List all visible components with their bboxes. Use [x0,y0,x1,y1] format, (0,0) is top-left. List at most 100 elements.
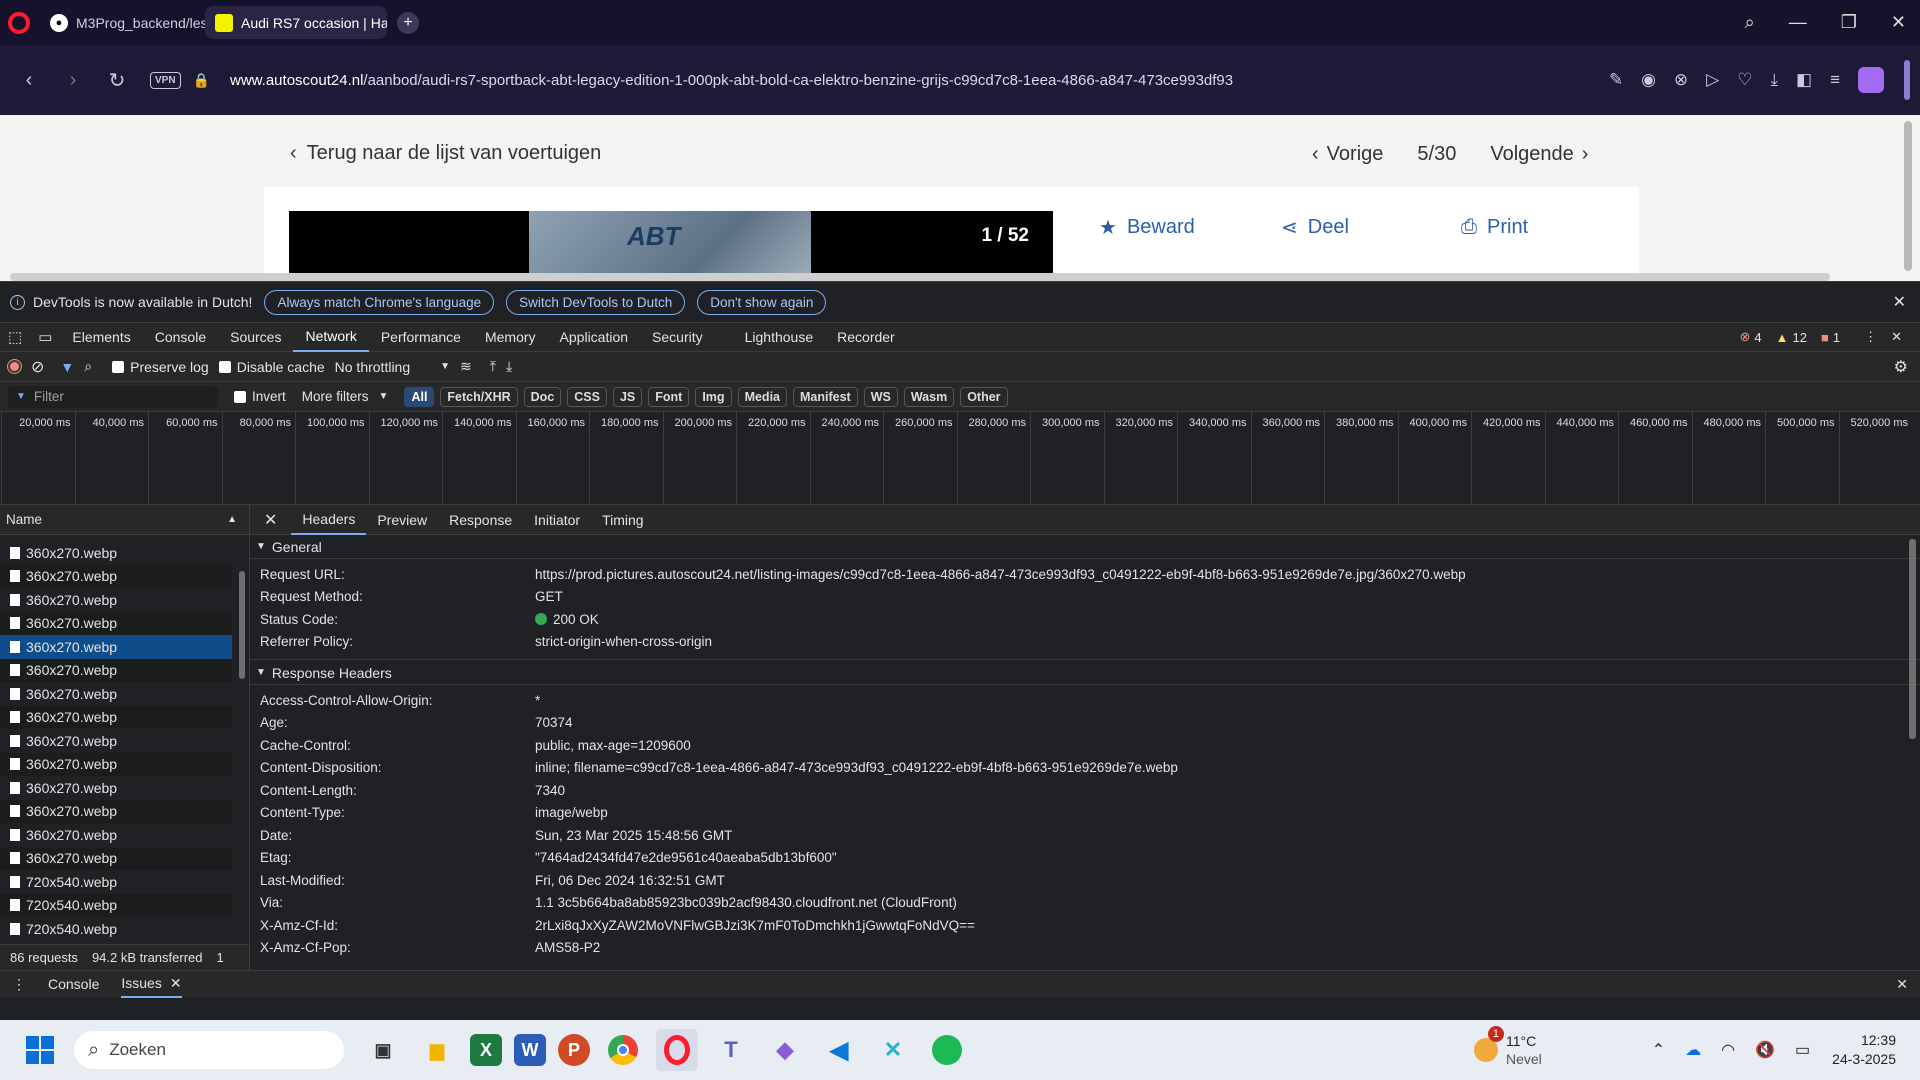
horizontal-scrollbar[interactable] [10,273,1830,281]
tab-console[interactable]: Console [143,323,218,352]
print-button[interactable]: ⎙ Print [1461,216,1528,239]
more-filters-dropdown[interactable]: More filters ▼ [302,389,389,404]
drawer-tab-console[interactable]: Console [48,976,99,992]
header-value[interactable]: 200 OK [535,612,599,627]
menu-icon[interactable]: ≡ [1830,70,1840,90]
close-details-icon[interactable]: ✕ [250,510,291,530]
header-value[interactable]: * [535,693,540,708]
save-button[interactable]: ★ Beward [1099,215,1281,240]
filter-type-all[interactable]: All [404,386,435,407]
warning-count[interactable]: ▲ 12 [1776,330,1807,345]
page-scrollbar[interactable] [1904,121,1912,271]
tab-network[interactable]: Network [293,323,369,352]
window-scrollbar[interactable] [1904,60,1910,100]
request-row[interactable]: 360x270.webp [0,846,232,870]
throttling-select[interactable]: No throttling ▼ [335,359,450,375]
camera-icon[interactable]: ◉ [1641,70,1656,90]
header-value[interactable]: "7464ad2434fd47e2de9561c40aeaba5db13bf60… [535,850,837,865]
search-icon[interactable]: ⌕ [84,358,92,375]
general-section-header[interactable]: ▼ General [250,535,1920,559]
close-window-icon[interactable]: ✕ [1891,12,1906,33]
tab-preview[interactable]: Preview [366,505,438,535]
profile-icon[interactable] [1858,67,1884,93]
export-har-icon[interactable]: ⤓ [506,358,512,375]
close-drawer-icon[interactable]: ✕ [1896,976,1908,993]
network-conditions-icon[interactable]: ≋ [460,358,472,375]
header-value[interactable]: GET [535,589,563,604]
visual-studio-icon[interactable]: ◆ [764,1029,806,1071]
heart-icon[interactable]: ♡ [1737,70,1752,90]
request-row[interactable]: 360x270.webp [0,541,232,565]
tab-application[interactable]: Application [548,323,641,352]
download-icon[interactable]: ⤓ [1771,70,1779,90]
filter-type-css[interactable]: CSS [567,386,607,407]
file-explorer-icon[interactable]: ▆ [416,1029,458,1071]
inspect-element-icon[interactable]: ⬚ [0,328,30,346]
header-value[interactable]: https://prod.pictures.autoscout24.net/li… [535,567,1466,582]
filter-type-ws[interactable]: WS [863,386,898,407]
tab-recorder[interactable]: Recorder [825,323,907,352]
header-value[interactable]: Fri, 06 Dec 2024 16:32:51 GMT [535,873,725,888]
request-row[interactable]: 360x270.webp [0,705,232,729]
request-row[interactable]: 360x270.webp [0,682,232,706]
filter-type-manifest[interactable]: Manifest [793,386,858,407]
header-value[interactable]: 70374 [535,715,573,730]
tab-response[interactable]: Response [438,505,523,535]
powerpoint-icon[interactable]: P [558,1034,590,1066]
forward-icon[interactable]: › [54,61,92,99]
import-har-icon[interactable]: ⤒ [490,358,496,375]
volume-muted-icon[interactable]: 🔇 [1755,1040,1775,1060]
back-to-list-link[interactable]: ‹ Terug naar de lijst van voertuigen [290,142,601,165]
header-value[interactable]: image/webp [535,805,608,820]
wifi-icon[interactable]: ◠ [1721,1040,1735,1060]
request-row[interactable]: 360x270.webp [0,776,232,800]
filter-type-font[interactable]: Font [648,386,690,407]
request-row[interactable]: 720x540.webp [0,893,232,917]
reload-icon[interactable]: ↻ [98,61,136,99]
header-value[interactable]: AMS58-P2 [535,940,600,955]
switch-dutch-button[interactable]: Switch DevTools to Dutch [506,289,686,315]
dont-show-again-button[interactable]: Don't show again [697,289,827,315]
clear-icon[interactable]: ⊘ [31,357,44,377]
tab-headers[interactable]: Headers [291,505,367,535]
back-icon[interactable]: ‹ [10,61,48,99]
filter-type-other[interactable]: Other [960,386,1008,407]
filter-type-media[interactable]: Media [737,386,787,407]
invert-checkbox[interactable]: Invert [234,389,286,404]
error-count[interactable]: ⊗ 4 [1740,329,1762,345]
request-row[interactable]: 360x270.webp [0,588,232,612]
play-icon[interactable]: ▷ [1706,70,1719,90]
request-row[interactable]: 360x270.webp [0,823,232,847]
share-button[interactable]: ⋖ Deel [1281,215,1461,240]
tab-memory[interactable]: Memory [473,323,548,352]
request-list-scrollbar[interactable] [239,571,245,679]
header-value[interactable]: Sun, 23 Mar 2025 15:48:56 GMT [535,828,732,843]
next-link[interactable]: Volgende › [1490,143,1588,166]
xamarin-icon[interactable]: ✕ [872,1029,914,1071]
opera-icon[interactable] [656,1029,698,1071]
request-row[interactable]: 360x270.webp [0,611,232,635]
minimize-icon[interactable]: — [1789,12,1807,33]
image-gallery[interactable]: ABT 1 / 52 [289,211,1053,281]
chevron-up-icon[interactable]: ⌃ [1652,1040,1665,1060]
header-value[interactable]: 2rLxi8qJxXyZAW2MoVNFlwGBJzi3K7mF0ToDmchk… [535,918,975,933]
onedrive-icon[interactable]: ☁ [1685,1040,1701,1060]
windows-start-icon[interactable] [26,1036,54,1064]
tab-security[interactable]: Security [640,323,715,352]
header-value[interactable]: 1.1 3c5b664ba8ab85923bc039b2acf98430.clo… [535,895,957,910]
close-banner-icon[interactable]: ✕ [1893,292,1906,312]
more-options-icon[interactable]: ⋮ [1864,329,1877,345]
disable-cache-checkbox[interactable]: Disable cache [218,359,325,375]
word-icon[interactable]: W [514,1034,546,1066]
header-value[interactable]: public, max-age=1209600 [535,738,691,753]
edit-icon[interactable]: ✎ [1609,70,1623,90]
browser-tab-autoscout[interactable]: Audi RS7 occasion | Hatch [205,6,387,39]
filter-type-doc[interactable]: Doc [523,386,562,407]
tab-performance[interactable]: Performance [369,323,473,352]
request-row[interactable]: 720x540.webp [0,917,232,941]
filter-type-wasm[interactable]: Wasm [903,386,955,407]
excel-icon[interactable]: X [470,1034,502,1066]
request-row[interactable]: 360x270.webp [0,729,232,753]
details-scrollbar[interactable] [1909,539,1916,739]
device-toggle-icon[interactable]: ▭ [30,328,60,346]
